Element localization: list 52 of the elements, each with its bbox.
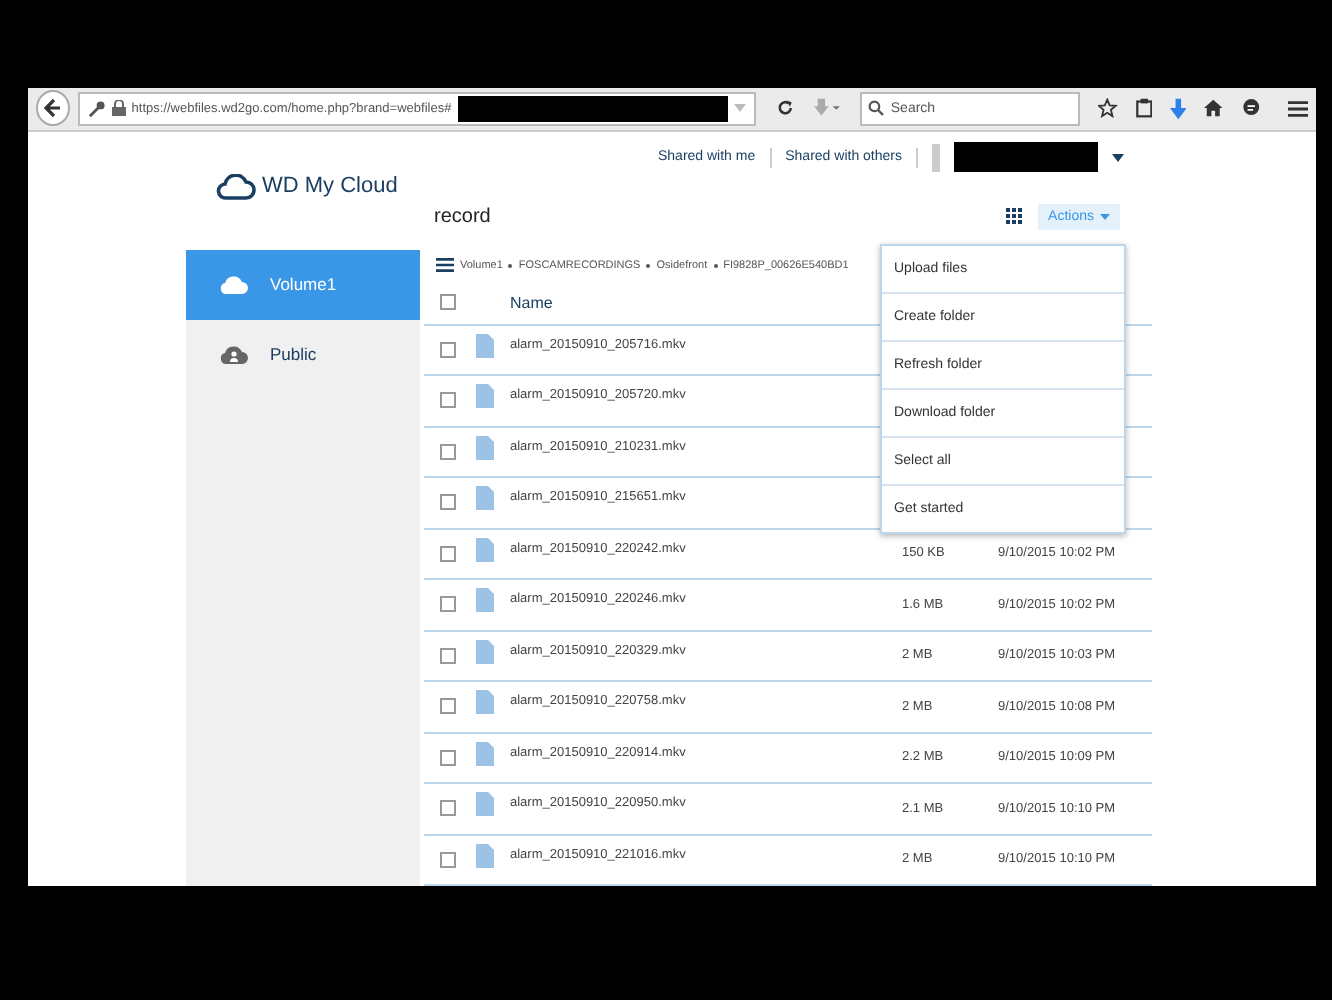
caret-icon[interactable] bbox=[1112, 153, 1124, 161]
logo-text: WD My Cloud bbox=[262, 174, 398, 198]
row-checkbox[interactable] bbox=[440, 647, 456, 664]
clipboard-icon[interactable] bbox=[1135, 98, 1152, 119]
column-header[interactable]: Name bbox=[510, 293, 553, 311]
home-icon[interactable] bbox=[1204, 98, 1224, 119]
people-cloud-icon bbox=[218, 344, 250, 364]
row-checkbox[interactable] bbox=[440, 392, 456, 409]
lock-icon bbox=[111, 100, 126, 117]
grid-view-icon[interactable] bbox=[1006, 208, 1023, 224]
file-icon bbox=[476, 690, 494, 715]
select-all-checkbox[interactable] bbox=[440, 294, 456, 310]
reload-icon[interactable] bbox=[776, 98, 795, 119]
file-icon bbox=[476, 435, 494, 460]
sidebar-item[interactable]: Public bbox=[186, 319, 420, 389]
file-icon bbox=[476, 333, 494, 358]
cloud-icon bbox=[218, 274, 250, 294]
row-checkbox[interactable] bbox=[440, 341, 456, 358]
file-icon bbox=[476, 741, 494, 766]
user-avatar-placeholder bbox=[932, 143, 940, 171]
row-checkbox[interactable] bbox=[440, 494, 456, 511]
back-arrow-icon bbox=[42, 98, 63, 119]
dropdown-icon[interactable] bbox=[734, 104, 747, 113]
row-checkbox[interactable] bbox=[440, 545, 456, 562]
file-icon bbox=[476, 486, 494, 511]
menu-icon[interactable] bbox=[1287, 99, 1308, 118]
breadcrumb-separator-icon bbox=[646, 263, 651, 267]
download-arrow-icon[interactable] bbox=[814, 98, 841, 119]
caret-icon bbox=[1100, 213, 1110, 219]
row-checkbox[interactable] bbox=[440, 443, 456, 460]
row-checkbox[interactable] bbox=[440, 698, 456, 715]
folder-title: record bbox=[434, 205, 493, 227]
file-icon bbox=[476, 537, 494, 562]
download-icon[interactable] bbox=[1169, 97, 1187, 120]
key-icon bbox=[87, 99, 106, 118]
star-icon[interactable] bbox=[1098, 98, 1118, 119]
file-icon bbox=[476, 588, 494, 613]
row-checkbox[interactable] bbox=[440, 851, 456, 868]
breadcrumb-separator-icon bbox=[508, 263, 513, 267]
file-icon bbox=[476, 639, 494, 664]
row-checkbox[interactable] bbox=[440, 596, 456, 613]
back-button[interactable] bbox=[36, 90, 70, 127]
cloud-logo-icon bbox=[216, 173, 256, 199]
file-icon bbox=[476, 843, 494, 868]
chat-icon[interactable] bbox=[1241, 98, 1260, 119]
row-checkbox[interactable] bbox=[440, 749, 456, 766]
list-icon[interactable] bbox=[436, 258, 454, 272]
breadcrumb-separator-icon bbox=[713, 263, 718, 267]
row-checkbox[interactable] bbox=[440, 800, 456, 817]
file-icon bbox=[476, 384, 494, 409]
file-icon bbox=[476, 792, 494, 817]
search-icon bbox=[868, 100, 885, 117]
